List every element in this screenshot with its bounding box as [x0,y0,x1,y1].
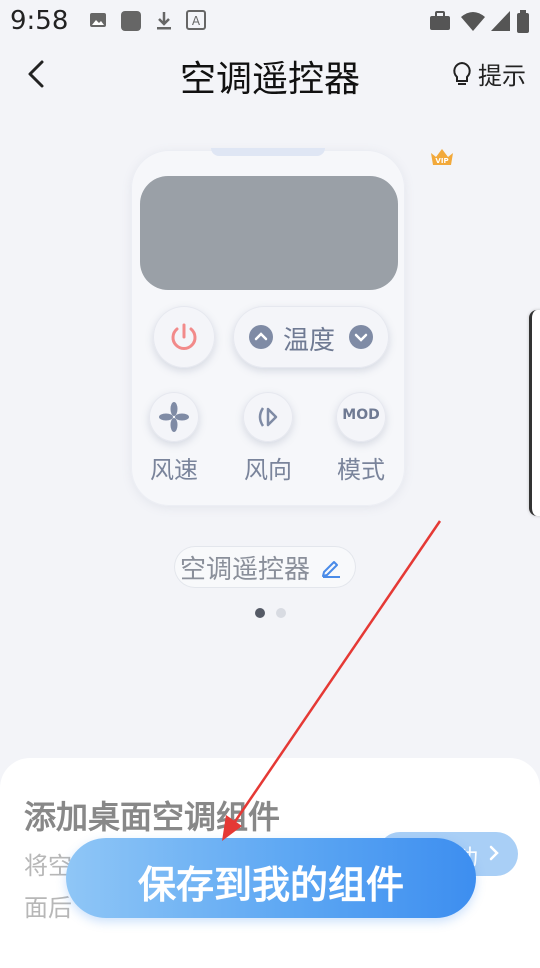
page-dot [276,608,286,618]
temp-down-button[interactable] [349,325,373,349]
remote-name-chip[interactable]: 空调遥控器 [174,546,357,588]
remote-notch [211,148,325,156]
page-dot-active [255,608,265,618]
temperature-control: 温度 [233,306,389,368]
fan-icon [159,402,189,432]
chevron-right-icon [489,845,499,861]
fan-speed-label: 风速 [150,456,198,484]
remote-preview[interactable]: 温度 风速 风向 MOD 模式 [131,148,405,506]
hint-button[interactable]: 提示 [450,56,526,91]
remote-display [140,176,398,290]
fan-direction-button[interactable] [243,392,293,442]
mode-icon-text: MOD [342,407,380,423]
power-button[interactable] [153,306,215,368]
status-bar: 9:58 A [0,0,540,44]
mode-label: 模式 [337,456,385,484]
vip-crown-icon: VIP [431,149,453,165]
image-icon [90,13,106,27]
svg-text:A: A [192,14,201,28]
next-remote-preview[interactable] [529,310,540,516]
save-to-widgets-button[interactable]: 保存到我的组件 [66,838,476,918]
swing-icon [258,407,278,427]
signal-icon [491,11,510,31]
fan-speed-button[interactable] [149,392,199,442]
wifi-icon [461,12,485,31]
chevron-up-icon [254,332,268,341]
battery-icon [517,10,529,33]
remote-name: 空调遥控器 [180,554,311,585]
status-time: 9:58 [10,6,69,36]
hint-label: 提示 [478,62,526,90]
mode-button[interactable]: MOD [336,392,386,442]
temp-up-button[interactable] [249,325,273,349]
square-app-icon [121,11,141,31]
lightbulb-icon [453,61,471,85]
temperature-label: 温度 [283,326,336,356]
power-icon [171,323,197,350]
download-icon [157,12,171,30]
sheet-title: 添加桌面空调组件 [24,798,281,836]
edit-pencil-icon [322,561,341,578]
vip-text: VIP [435,157,448,165]
save-button-label: 保存到我的组件 [137,863,404,907]
work-bag-icon [430,11,450,30]
font-a-icon: A [186,10,206,30]
fan-direction-label: 风向 [244,456,292,484]
sheet-description-line2: 面后 [24,894,72,922]
sheet-description-line1: 将空 [24,852,72,880]
chevron-down-icon [354,333,368,342]
